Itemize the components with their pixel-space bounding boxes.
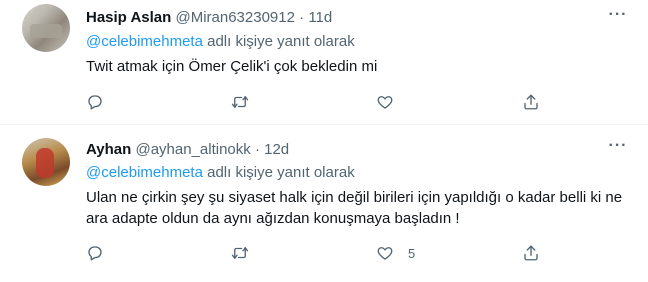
avatar[interactable]	[22, 4, 70, 52]
retweet-icon	[231, 96, 249, 108]
more-horizontal-icon[interactable]: ···	[608, 7, 628, 28]
reply-icon	[88, 95, 102, 110]
tweet[interactable]: Ayhan @ayhan_altinokk · 12d ··· @celebim…	[0, 125, 648, 282]
tweet-header: Hasip Aslan @Miran63230912 · 11d	[86, 8, 332, 28]
share-icon	[524, 245, 538, 261]
retweet-button[interactable]	[231, 92, 249, 112]
author-handle[interactable]: @ayhan_altinokk	[135, 141, 250, 158]
separator: ·	[254, 141, 260, 158]
action-bar: 5	[86, 243, 546, 263]
author-name[interactable]: Ayhan	[86, 141, 131, 158]
share-icon	[524, 94, 538, 110]
mention-link[interactable]: @celebimehmeta	[86, 33, 203, 50]
retweet-button[interactable]	[231, 243, 249, 263]
timestamp[interactable]: 12d	[264, 141, 289, 158]
author-handle[interactable]: @Miran63230912	[175, 9, 294, 26]
retweet-icon	[231, 247, 249, 259]
share-button[interactable]	[522, 243, 540, 263]
separator: ·	[299, 9, 305, 26]
more-horizontal-icon[interactable]: ···	[608, 138, 628, 159]
author-name[interactable]: Hasip Aslan	[86, 9, 171, 26]
reply-context: @celebimehmeta adlı kişiye yanıt olarak	[86, 32, 355, 52]
timestamp[interactable]: 11d	[308, 9, 332, 26]
tweet-header: Ayhan @ayhan_altinokk · 12d	[86, 140, 289, 160]
mention-link[interactable]: @celebimehmeta	[86, 164, 203, 181]
reply-button[interactable]	[86, 92, 104, 112]
avatar[interactable]	[22, 138, 70, 186]
like-button[interactable]: 5	[376, 243, 415, 263]
like-count: 5	[408, 245, 416, 261]
reply-context-label: adlı kişiye yanıt olarak	[202, 164, 355, 181]
reply-context-label: adlı kişiye yanıt olarak	[202, 33, 355, 50]
tweet-text: Twit atmak için Ömer Çelik'i çok bekledi…	[86, 58, 378, 75]
tweet-text: Ulan ne çirkin şey şu siyaset halk için …	[86, 189, 623, 227]
reply-context: @celebimehmeta adlı kişiye yanıt olarak	[86, 163, 355, 183]
share-button[interactable]	[522, 92, 540, 112]
heart-icon	[377, 96, 393, 109]
reply-button[interactable]	[86, 243, 104, 263]
heart-icon	[377, 247, 393, 260]
reply-icon	[88, 246, 102, 261]
tweet[interactable]: Hasip Aslan @Miran63230912 · 11d ··· @ce…	[0, 0, 648, 124]
like-button[interactable]	[376, 92, 408, 112]
action-bar	[86, 92, 546, 112]
